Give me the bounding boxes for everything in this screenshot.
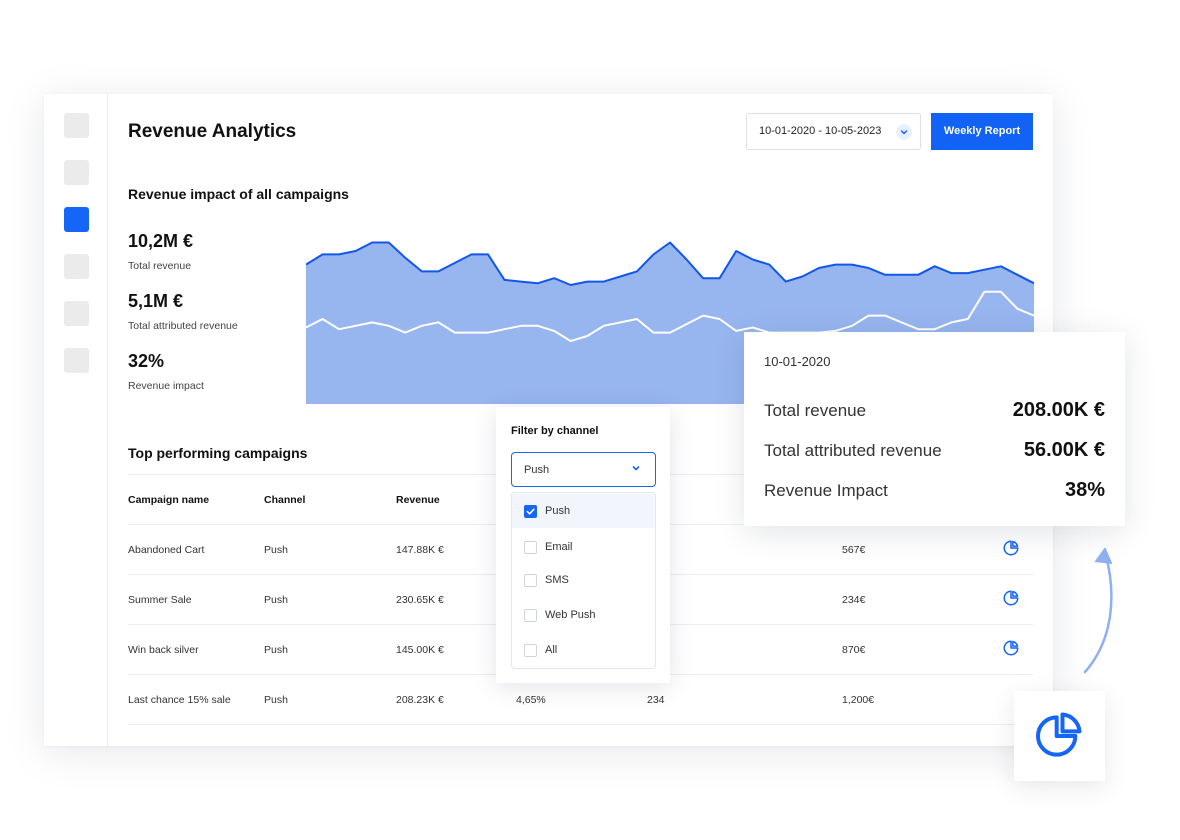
- tooltip-value-revenue-impact: 38%: [1064, 479, 1105, 501]
- sidebar-item-4[interactable]: [64, 254, 89, 279]
- channel-option-push[interactable]: Push: [512, 494, 655, 528]
- page-title: Revenue Analytics: [128, 121, 297, 142]
- channel-options-list: Push Email SMS Web Push All: [511, 492, 656, 669]
- sidebar: [44, 94, 108, 746]
- tooltip-label-attributed-revenue: Total attributed revenue: [764, 441, 942, 460]
- checkbox[interactable]: [524, 609, 537, 622]
- channel-filter-popup: Filter by channel Push Push Email SMS We…: [496, 407, 670, 683]
- tooltip-date: 10-01-2020: [764, 354, 831, 369]
- campaign-name: Summer Sale: [128, 574, 264, 625]
- pie-chart-icon[interactable]: [1002, 540, 1020, 560]
- chevron-down-icon: [896, 124, 912, 140]
- checkbox[interactable]: [524, 574, 537, 587]
- revenue-impact-value: 32%: [128, 351, 165, 371]
- filter-title: Filter by channel: [511, 425, 599, 437]
- checkbox[interactable]: [524, 541, 537, 554]
- campaign-name: Abandoned Cart: [128, 524, 264, 575]
- tooltip-label-total-revenue: Total revenue: [764, 401, 867, 420]
- pie-chart-icon[interactable]: [1002, 590, 1020, 610]
- sidebar-item-6[interactable]: [64, 348, 89, 373]
- impact-section-title: Revenue impact of all campaigns: [128, 186, 349, 202]
- channel-select[interactable]: Push: [511, 452, 656, 487]
- campaign-name: Last chance 15% sale: [128, 674, 264, 725]
- campaign-count: 234: [647, 674, 842, 725]
- campaign-channel: Push: [264, 624, 396, 675]
- campaign-channel: Push: [264, 574, 396, 625]
- channel-option-web-push[interactable]: Web Push: [512, 598, 655, 632]
- sidebar-item-2[interactable]: [64, 160, 89, 185]
- total-revenue-label: Total revenue: [128, 260, 192, 272]
- campaign-extra-value: 1,200€: [842, 674, 1002, 725]
- total-revenue-value: 10,2M €: [128, 231, 194, 251]
- campaign-name: Win back silver: [128, 624, 264, 675]
- check-icon: [526, 508, 535, 515]
- attributed-revenue-label: Total attributed revenue: [128, 320, 238, 332]
- channel-option-sms[interactable]: SMS: [512, 563, 655, 597]
- attributed-revenue-value: 5,1M €: [128, 291, 184, 311]
- sidebar-item-active[interactable]: [64, 207, 89, 232]
- pie-chart-icon: [1036, 712, 1082, 757]
- date-range-picker[interactable]: 10-01-2020 - 10-05-2023: [746, 113, 921, 150]
- chevron-down-icon: [630, 462, 642, 477]
- revenue-impact-label: Revenue impact: [128, 380, 204, 392]
- sidebar-item-5[interactable]: [64, 301, 89, 326]
- analytics-fab-button[interactable]: [1014, 691, 1105, 781]
- channel-option-email[interactable]: Email: [512, 530, 655, 564]
- campaign-extra-value: 870€: [842, 624, 1002, 675]
- column-header-campaign-name[interactable]: Campaign name: [128, 474, 264, 525]
- tooltip-value-attributed-revenue: 56.00K €: [1023, 439, 1105, 461]
- weekly-report-button[interactable]: Weekly Report: [931, 113, 1033, 150]
- checkbox-checked[interactable]: [524, 505, 537, 518]
- tooltip-value-total-revenue: 208.00K €: [1012, 399, 1105, 421]
- chart-tooltip: 10-01-2020 Total revenue 208.00K € Total…: [744, 332, 1125, 526]
- campaign-extra-value: 234€: [842, 574, 1002, 625]
- sidebar-item-1[interactable]: [64, 113, 89, 138]
- channel-select-value: Push: [524, 464, 550, 476]
- column-header-channel[interactable]: Channel: [264, 474, 396, 525]
- campaign-extra-value: 567€: [842, 524, 1002, 575]
- tooltip-label-revenue-impact: Revenue Impact: [764, 481, 888, 500]
- campaigns-section-title: Top performing campaigns: [128, 445, 308, 461]
- date-range-value: 10-01-2020 - 10-05-2023: [759, 125, 882, 137]
- checkbox[interactable]: [524, 644, 537, 657]
- campaign-channel: Push: [264, 674, 396, 725]
- curved-arrow-icon: [1083, 547, 1113, 674]
- pie-chart-icon[interactable]: [1002, 640, 1020, 660]
- channel-option-all[interactable]: All: [512, 633, 655, 667]
- campaign-channel: Push: [264, 524, 396, 575]
